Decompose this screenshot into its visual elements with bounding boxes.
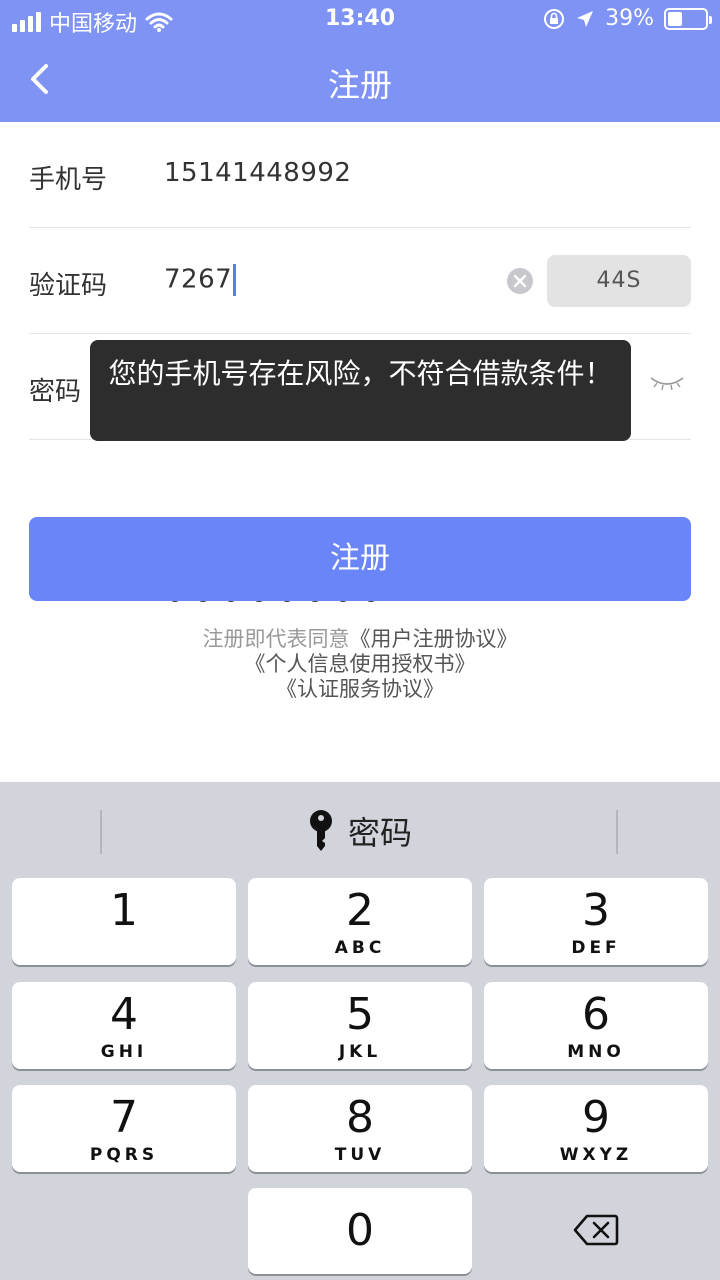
phone-input[interactable]: 15141448992 [164, 158, 351, 188]
certification-agreement-link[interactable]: 《认证服务协议》 [276, 677, 444, 701]
key-2[interactable]: 2 ABC [248, 878, 472, 965]
key-letters: DEF [571, 938, 621, 958]
send-code-button[interactable]: 44S [547, 255, 691, 307]
key-7[interactable]: 7 PQRS [12, 1085, 236, 1172]
key-6[interactable]: 6 MNO [484, 982, 708, 1069]
key-number: 6 [582, 989, 610, 1040]
clear-icon [513, 274, 527, 288]
status-right: 39% [543, 6, 712, 31]
agreement-prefix: 注册即代表同意 [202, 627, 350, 651]
key-letters: MNO [567, 1042, 625, 1062]
code-input-text: 7267 [164, 264, 233, 295]
rotation-lock-icon [544, 8, 565, 29]
key-8[interactable]: 8 TUV [248, 1085, 472, 1172]
phone-label: 手机号 [29, 165, 108, 195]
eye-closed-icon[interactable] [649, 372, 685, 392]
battery-percent: 39% [605, 6, 654, 31]
key-number: 3 [582, 885, 610, 936]
key-number: 7 [110, 1092, 138, 1143]
error-toast: 您的手机号存在风险，不符合借款条件！ [90, 340, 631, 441]
key-number: 1 [110, 885, 138, 936]
password-label: 密码 [29, 377, 82, 407]
text-caret [233, 264, 237, 296]
password-hint-label: 密码 [347, 814, 412, 852]
register-button[interactable]: 注册 [29, 517, 691, 601]
key-1[interactable]: 1 [12, 878, 236, 965]
clear-code-button[interactable] [507, 268, 533, 294]
key-letters: TUV [334, 1145, 386, 1165]
key-number: 2 [346, 885, 374, 936]
nav-bar: 注册 [0, 40, 720, 122]
key-3[interactable]: 3 DEF [484, 878, 708, 965]
key-4[interactable]: 4 GHI [12, 982, 236, 1069]
agreement-text: 注册即代表同意《用户注册协议》 《个人信息使用授权书》 《认证服务协议》 [0, 627, 720, 702]
status-bar: 中国移动 13:40 39% [0, 0, 720, 40]
delete-key[interactable] [484, 1186, 708, 1273]
keyboard-suggestion-bar: 密码 [0, 782, 720, 878]
key-number: 8 [346, 1092, 374, 1143]
backspace-icon [573, 1214, 619, 1245]
key-letters: PQRS [89, 1145, 159, 1165]
user-agreement-link[interactable]: 《用户注册协议》 [350, 627, 518, 651]
key-letters: WXYZ [559, 1145, 633, 1165]
key-icon [309, 810, 332, 851]
code-input[interactable]: 7267 [164, 264, 237, 296]
key-0[interactable]: 0 [248, 1188, 472, 1274]
code-label: 验证码 [29, 271, 108, 301]
key-letters: ABC [334, 938, 386, 958]
password-autofill-hint[interactable]: 密码 [0, 808, 720, 854]
battery-icon [664, 7, 712, 30]
key-9[interactable]: 9 WXYZ [484, 1085, 708, 1172]
key-number: 5 [346, 989, 374, 1040]
key-5[interactable]: 5 JKL [248, 982, 472, 1069]
phone-row: 手机号 15141448992 [29, 122, 691, 228]
header-bar: 中国移动 13:40 39% 注册 [0, 0, 720, 122]
key-number: 9 [582, 1092, 610, 1143]
privacy-authorization-link[interactable]: 《个人信息使用授权书》 [245, 652, 476, 676]
key-letters: GHI [100, 1042, 148, 1062]
location-icon [577, 10, 594, 27]
key-letters: JKL [338, 1042, 382, 1062]
page-title: 注册 [327, 66, 392, 104]
key-number: 0 [346, 1205, 374, 1256]
key-number: 4 [110, 989, 138, 1040]
